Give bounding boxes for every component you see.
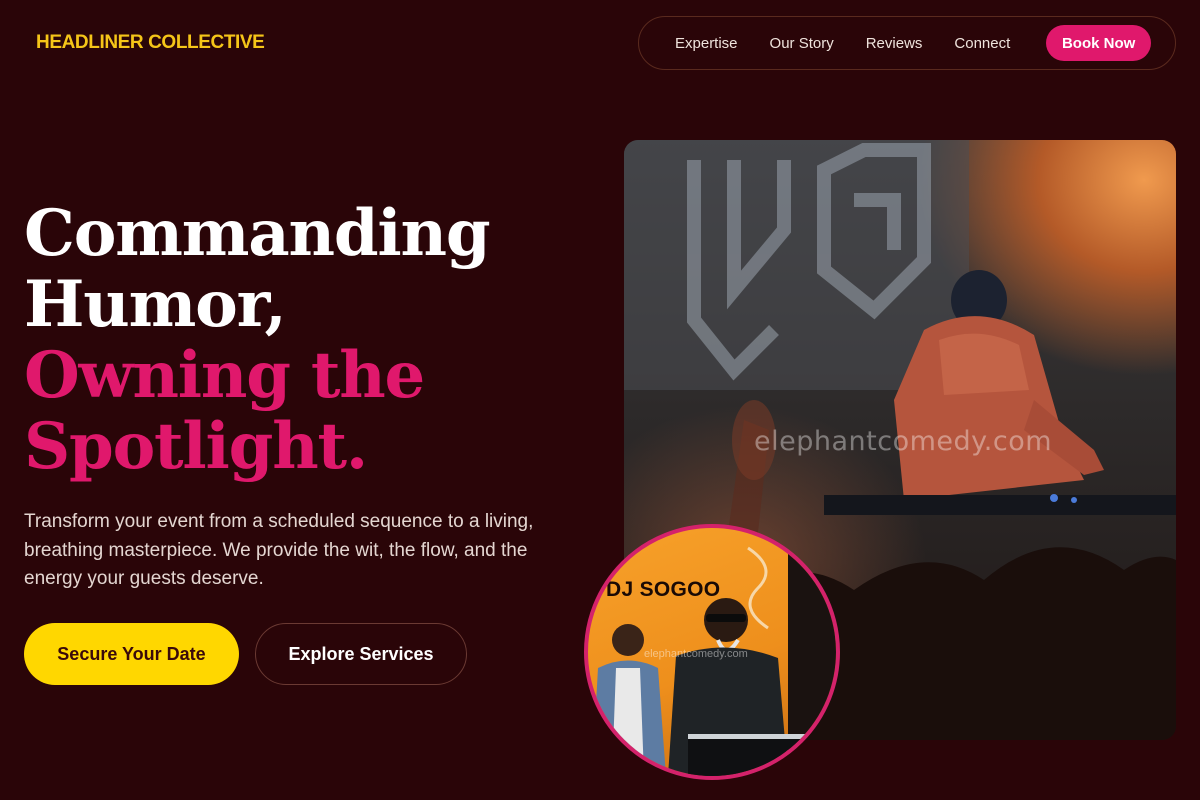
brand-logo[interactable]: HEADLINER COLLECTIVE: [36, 32, 265, 54]
headline-line-1: Commanding: [24, 196, 491, 271]
hero-headline: Commanding Humor, Owning the Spotlight.: [24, 196, 491, 484]
nav-item-expertise[interactable]: Expertise: [675, 35, 738, 52]
dj-sign-text: DJ SOGOO: [606, 578, 721, 601]
nav-item-reviews[interactable]: Reviews: [866, 35, 923, 52]
secure-your-date-button[interactable]: Secure Your Date: [24, 623, 239, 685]
hero-description: Transform your event from a scheduled se…: [24, 511, 534, 589]
explore-services-button[interactable]: Explore Services: [255, 623, 467, 685]
main-nav: Expertise Our Story Reviews Connect Book…: [638, 16, 1176, 70]
landing-page: HEADLINER COLLECTIVE Expertise Our Story…: [0, 0, 1200, 800]
inset-photo-dj-sogoo: DJ SOGOO elephantcomedy.com: [584, 524, 840, 780]
book-now-button[interactable]: Book Now: [1046, 25, 1151, 61]
headline-line-2: Humor,: [24, 267, 287, 342]
main-photo-watermark: elephantcomedy.com: [754, 426, 1053, 457]
headline-line-4: Spotlight.: [24, 409, 368, 484]
nav-item-our-story[interactable]: Our Story: [770, 35, 834, 52]
inset-photo-watermark: elephantcomedy.com: [644, 648, 748, 660]
headline-line-3: Owning the: [24, 338, 425, 413]
nav-item-connect[interactable]: Connect: [954, 35, 1010, 52]
